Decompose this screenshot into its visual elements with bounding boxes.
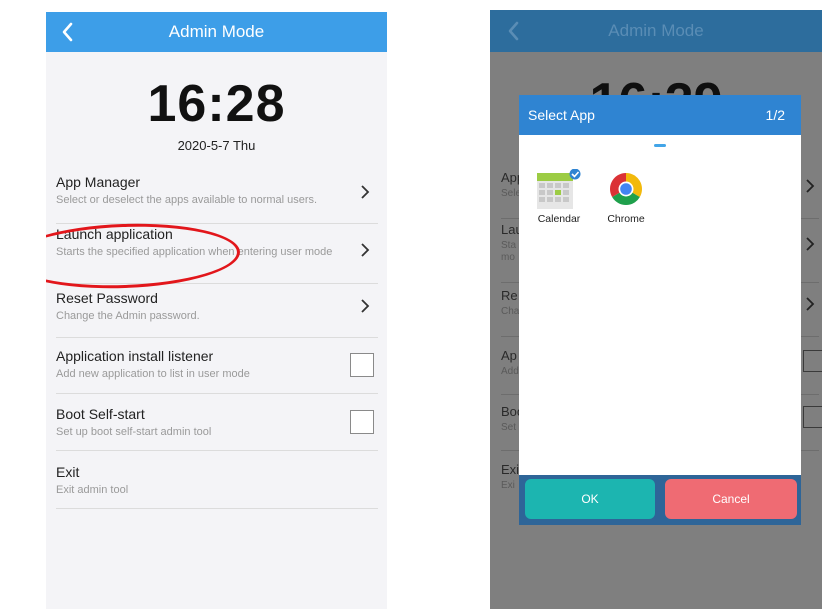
divider (56, 450, 378, 451)
dimmed-row-title: Re (501, 288, 518, 303)
menu-item-desc: Change the Admin password. (56, 310, 200, 322)
dimmed-row-title: Ap (501, 348, 517, 363)
menu-item-title: Reset Password (56, 290, 158, 306)
selected-check-icon (569, 168, 581, 180)
chevron-right-icon (361, 243, 370, 257)
dimmed-checkbox (803, 350, 822, 372)
dimmed-row-desc: Add (501, 366, 519, 377)
dimmed-row-desc: Exi (501, 480, 515, 491)
dimmed-row-desc: Sta (501, 240, 517, 251)
divider (56, 393, 378, 394)
select-app-dialog: Select App 1/2 Calendar Chrome OK Cancel (519, 95, 801, 525)
chevron-right-icon (806, 237, 815, 251)
ok-button[interactable]: OK (525, 479, 655, 519)
dialog-page-counter: 1/2 (765, 107, 785, 123)
dimmed-row-desc: mo (501, 252, 515, 263)
chevron-right-icon (806, 297, 815, 311)
dimmed-row-desc: Sele (501, 188, 522, 199)
header-title: Admin Mode (168, 22, 265, 41)
dimmed-header-title: Admin Mode (608, 21, 704, 40)
menu-item-title: Application install listener (56, 348, 214, 364)
menu-item-app-manager[interactable]: App Manager Select or deselect the apps … (56, 174, 378, 224)
page-indicator (654, 144, 666, 147)
dimmed-header-bar: Admin Mode (490, 10, 822, 52)
divider (56, 508, 378, 509)
menu-item-desc: Select or deselect the apps available to… (56, 194, 318, 206)
menu-item-title: App Manager (56, 174, 141, 190)
calendar-icon (537, 168, 581, 209)
app-tile-calendar[interactable]: Calendar (529, 168, 589, 229)
dimmed-row-desc: Set (501, 422, 517, 433)
menu-item-install-listener[interactable]: Application install listener Add new app… (56, 348, 378, 398)
chrome-icon (609, 173, 643, 206)
chevron-right-icon (361, 299, 370, 313)
dimmed-checkbox (803, 406, 822, 428)
menu-item-boot-self-start[interactable]: Boot Self-start Set up boot self-start a… (56, 406, 378, 456)
app-label: Calendar (537, 213, 581, 225)
menu-item-title: Boot Self-start (56, 406, 145, 422)
app-label: Chrome (607, 213, 645, 225)
install-listener-checkbox[interactable] (350, 353, 374, 377)
dialog-title: Select App (528, 107, 595, 123)
dimmed-row-title: Exi (501, 462, 520, 477)
chevron-right-icon (361, 185, 370, 199)
boot-self-start-checkbox[interactable] (350, 410, 374, 434)
menu-item-desc: Set up boot self-start admin tool (56, 426, 212, 438)
app-tile-chrome[interactable]: Chrome (596, 169, 656, 229)
menu-item-exit[interactable]: Exit Exit admin tool (56, 464, 378, 514)
menu-item-desc: Add new application to list in user mode (56, 368, 250, 380)
clock-date: 2020-5-7 Thu (177, 138, 256, 153)
cancel-button[interactable]: Cancel (665, 479, 797, 519)
clock-time: 16:28 (147, 75, 286, 133)
dialog-header: Select App 1/2 (519, 95, 801, 135)
divider (56, 337, 378, 338)
dimmed-row-desc: Cha (501, 306, 520, 317)
menu-item-title: Exit (56, 464, 80, 480)
header-bar: Admin Mode (46, 12, 387, 52)
chevron-right-icon (806, 179, 815, 193)
menu-item-desc: Exit admin tool (56, 484, 129, 496)
admin-mode-screen: Admin Mode 16:28 2020-5-7 Thu App Manage… (46, 12, 387, 609)
dialog-footer: OK Cancel (519, 475, 801, 525)
menu-item-reset-password[interactable]: Reset Password Change the Admin password… (56, 290, 378, 340)
